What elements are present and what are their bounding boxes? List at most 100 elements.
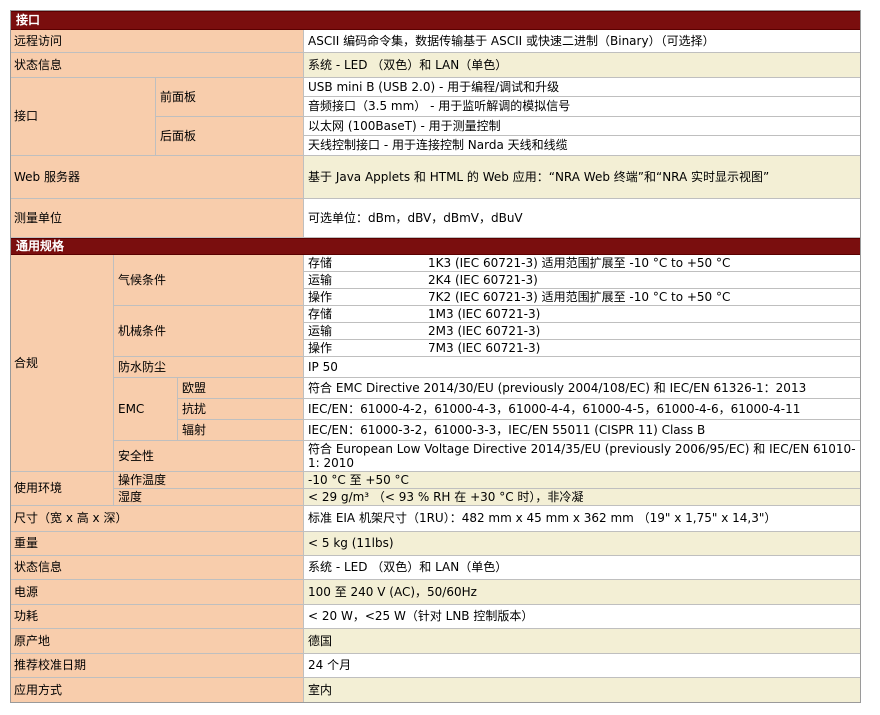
- key-text: 存储: [308, 306, 333, 321]
- value-text: 7M3 (IEC 60721-3): [428, 340, 541, 355]
- value-text: ASCII 编码命令集，数据传输基于 ASCII 或快速二进制（Binary）（…: [308, 33, 715, 48]
- emc-emission-value: IEC/EN：61000-3-2，61000-3-3，IEC/EN 55011 …: [304, 420, 861, 441]
- value-text: 音频接口（3.5 mm） - 用于监听解调的模拟信号: [308, 99, 571, 113]
- sublabel-safety: 安全性: [114, 441, 304, 472]
- ip-rating-value: IP 50: [304, 357, 861, 378]
- row-label-origin: 原产地: [10, 629, 304, 654]
- value-text: 2K4 (IEC 60721-3): [428, 272, 538, 287]
- value-text: 系统 - LED （双色）和 LAN（单色）: [308, 57, 508, 72]
- value-text: IEC/EN：61000-4-2，61000-4-3，61000-4-4，610…: [308, 401, 801, 416]
- section-header-general: 通用规格: [10, 238, 861, 255]
- row-sublabel-front-panel: 前面板: [156, 78, 304, 117]
- label-text: 原产地: [14, 633, 51, 648]
- emc-emission-label: 辐射: [178, 420, 304, 441]
- sublabel-humidity: 湿度: [114, 489, 304, 506]
- label-text: 重量: [14, 536, 39, 550]
- label-text: 湿度: [118, 489, 143, 504]
- label-text: 前面板: [160, 89, 197, 104]
- key-text: 操作: [308, 289, 333, 304]
- sublabel-ip-rating: 防水防尘: [114, 357, 304, 378]
- value-text: < 5 kg (11lbs): [308, 536, 394, 550]
- label-text: EMC: [118, 401, 145, 416]
- value-text: 基于 Java Applets 和 HTML 的 Web 应用：“NRA Web…: [308, 169, 770, 184]
- row-value-origin: 德国: [304, 629, 861, 654]
- label-text: 应用方式: [14, 682, 63, 697]
- row-label-size: 尺寸（宽 x 高 x 深）: [10, 506, 304, 532]
- key-text: 操作: [308, 340, 333, 355]
- label-text: 使用环境: [14, 481, 63, 495]
- row-value-web-server: 基于 Java Applets 和 HTML 的 Web 应用：“NRA Web…: [304, 156, 861, 199]
- row-value-weight: < 5 kg (11lbs): [304, 532, 861, 556]
- spec-sheet: 接口 远程访问 ASCII 编码命令集，数据传输基于 ASCII 或快速二进制（…: [0, 0, 880, 715]
- row-label-web-server: Web 服务器: [10, 156, 304, 199]
- value-text: < 20 W，<25 W（针对 LNB 控制版本）: [308, 609, 534, 623]
- row-label-weight: 重量: [10, 532, 304, 556]
- label-text: 电源: [14, 584, 39, 599]
- label-text: 功耗: [14, 609, 39, 623]
- value-text: 可选单位：dBm，dBV，dBmV，dBuV: [308, 210, 523, 225]
- label-text: 机械条件: [118, 323, 167, 338]
- climate-transport: 运输 2K4 (IEC 60721-3): [304, 272, 861, 289]
- emc-eu-label: 欧盟: [178, 378, 304, 399]
- mech-transport: 运输 2M3 (IEC 60721-3): [304, 323, 861, 340]
- value-text: -10 °C 至 +50 °C: [308, 472, 409, 487]
- emc-immunity-value: IEC/EN：61000-4-2，61000-4-3，61000-4-4，610…: [304, 399, 861, 420]
- value-text: IP 50: [308, 359, 338, 374]
- row-value-size: 标准 EIA 机架尺寸（1RU）：482 mm x 45 mm x 362 mm…: [304, 506, 861, 532]
- mech-operation: 操作 7M3 (IEC 60721-3): [304, 340, 861, 357]
- label-text: Web 服务器: [14, 169, 80, 184]
- mech-storage: 存储 1M3 (IEC 60721-3): [304, 306, 861, 323]
- label-text: 合规: [14, 355, 39, 370]
- label-text: 接口: [14, 109, 39, 123]
- label-text: 辐射: [182, 422, 207, 437]
- label-text: 测量单位: [14, 210, 63, 225]
- label-text: 尺寸（宽 x 高 x 深）: [14, 511, 128, 525]
- label-text: 防水防尘: [118, 359, 167, 374]
- row-label-compliance: 合规: [10, 255, 114, 472]
- value-text: 室内: [308, 682, 333, 697]
- value-text: 1K3 (IEC 60721-3) 适用范围扩展至 -10 °C to +50 …: [428, 255, 731, 270]
- label-text: 后面板: [160, 128, 197, 143]
- row-value-status-info: 系统 - LED （双色）和 LAN（单色）: [304, 53, 861, 78]
- value-text: USB mini B (USB 2.0) - 用于编程/调试和升级: [308, 79, 560, 94]
- value-text: 以太网 (100BaseT) - 用于测量控制: [308, 118, 501, 133]
- key-text: 运输: [308, 272, 333, 287]
- humidity-value: < 29 g/m³ （< 93 % RH 在 +30 °C 时），非冷凝: [304, 489, 861, 506]
- value-text: 2M3 (IEC 60721-3): [428, 323, 541, 338]
- row-label-status-info-2: 状态信息: [10, 556, 304, 580]
- emc-eu-value: 符合 EMC Directive 2014/30/EU (previously …: [304, 378, 861, 399]
- sublabel-climate: 气候条件: [114, 255, 304, 306]
- row-value-calibration: 24 个月: [304, 654, 861, 678]
- section-title: 接口: [16, 13, 41, 27]
- sublabel-mechanical: 机械条件: [114, 306, 304, 357]
- row-label-consumption: 功耗: [10, 605, 304, 629]
- value-text: 标准 EIA 机架尺寸（1RU）：482 mm x 45 mm x 362 mm…: [308, 511, 777, 525]
- label-text: 推荐校准日期: [14, 658, 87, 672]
- row-value-status-info-2: 系统 - LED （双色）和 LAN（单色）: [304, 556, 861, 580]
- safety-value: 符合 European Low Voltage Directive 2014/3…: [304, 441, 861, 472]
- row-value-power: 100 至 240 V (AC)，50/60Hz: [304, 580, 861, 605]
- sublabel-emc: EMC: [114, 378, 178, 441]
- row-label-environment: 使用环境: [10, 472, 114, 506]
- key-text: 运输: [308, 323, 333, 338]
- front-panel-line-1: USB mini B (USB 2.0) - 用于编程/调试和升级: [304, 78, 861, 97]
- value-text: < 29 g/m³ （< 93 % RH 在 +30 °C 时），非冷凝: [308, 489, 584, 504]
- section-title: 通用规格: [16, 239, 65, 253]
- row-label-calibration: 推荐校准日期: [10, 654, 304, 678]
- row-label-status-info: 状态信息: [10, 53, 304, 78]
- operating-temp-value: -10 °C 至 +50 °C: [304, 472, 861, 489]
- label-text: 欧盟: [182, 380, 207, 395]
- value-text: 系统 - LED （双色）和 LAN（单色）: [308, 560, 508, 574]
- label-text: 操作温度: [118, 472, 167, 487]
- row-sublabel-rear-panel: 后面板: [156, 117, 304, 156]
- row-label-units: 测量单位: [10, 199, 304, 238]
- label-text: 抗扰: [182, 401, 207, 416]
- row-value-units: 可选单位：dBm，dBV，dBmV，dBuV: [304, 199, 861, 238]
- row-label-application: 应用方式: [10, 678, 304, 703]
- row-value-application: 室内: [304, 678, 861, 703]
- emc-immunity-label: 抗扰: [178, 399, 304, 420]
- climate-storage: 存储 1K3 (IEC 60721-3) 适用范围扩展至 -10 °C to +5…: [304, 255, 861, 272]
- label-text: 远程访问: [14, 33, 63, 48]
- row-label-remote-access: 远程访问: [10, 30, 304, 53]
- value-text: 100 至 240 V (AC)，50/60Hz: [308, 584, 477, 599]
